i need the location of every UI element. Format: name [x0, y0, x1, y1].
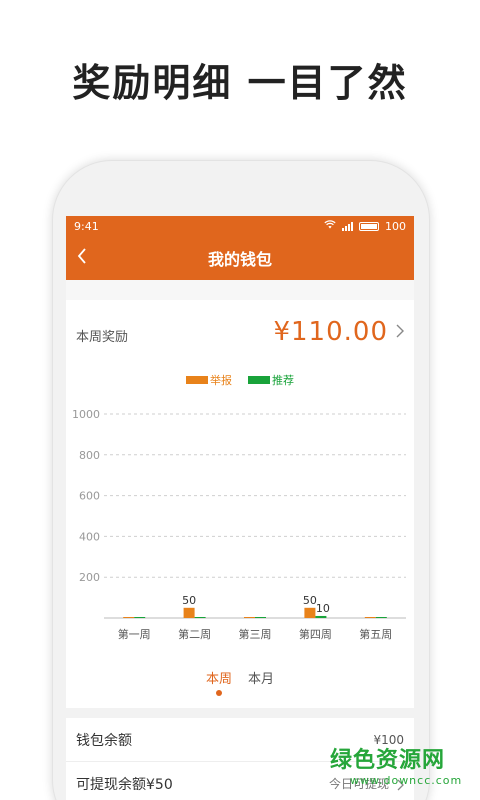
y-tick-label: 600 — [79, 490, 100, 503]
x-tick-label: 第五周 — [359, 627, 392, 641]
x-tick-label: 第二周 — [178, 627, 211, 641]
reward-chart: 举报 推荐 200 400 600 800 1000 第一周 第二周 第三周 第四周 第五周 50 5… — [66, 364, 414, 664]
weekly-reward-label: 本周奖励 — [76, 329, 129, 345]
x-tick-label: 第四周 — [299, 627, 332, 641]
data-label: 50 — [182, 594, 196, 607]
legend-label-recommend: 推荐 — [272, 374, 294, 387]
signal-icon — [342, 221, 353, 231]
y-tick-label: 1000 — [72, 408, 100, 421]
section-divider — [66, 708, 414, 718]
battery-icon — [359, 221, 379, 231]
phone-screen: 9:41 100 我的钱包 本周奖励 ¥110.00 举报 推荐 200 400… — [66, 216, 414, 800]
x-tick-label: 第三周 — [239, 627, 272, 641]
weekly-reward-amount: ¥110.00 — [273, 317, 388, 347]
tab-this-month-label: 本月 — [248, 672, 275, 687]
data-label: 50 — [303, 594, 317, 607]
bar-recommend — [315, 615, 327, 618]
legend-item-report: 举报 — [186, 372, 232, 388]
bar-recommend — [134, 617, 146, 618]
status-bar: 9:41 100 — [66, 216, 414, 236]
bar-report — [304, 607, 316, 618]
battery-level: 100 — [385, 219, 406, 233]
wallet-balance-label: 钱包余额 — [76, 732, 132, 749]
chart-plot: 2004006008001000第一周 第二周 第三周 第四周 第五周50 5010 — [72, 408, 406, 641]
weekly-reward-row[interactable]: 本周奖励 ¥110.00 — [66, 300, 414, 364]
wifi-icon — [324, 220, 336, 232]
legend-label-report: 举报 — [210, 374, 232, 387]
x-tick-label: 第一周 — [118, 627, 151, 641]
bar-report — [183, 607, 195, 618]
chevron-right-icon — [396, 320, 404, 344]
legend-swatch-recommend — [248, 376, 270, 384]
back-arrow-icon[interactable] — [76, 246, 88, 271]
bar-report — [364, 617, 376, 618]
watermark-url: www.downcc.com — [350, 774, 463, 787]
tab-this-week[interactable]: 本周 — [206, 664, 232, 708]
active-tab-indicator — [215, 690, 222, 696]
watermark: 绿色资源网 www.downcc.com — [330, 742, 470, 787]
period-tabs: 本周 本月 — [66, 664, 414, 708]
bar-recommend — [255, 617, 266, 618]
nav-title: 我的钱包 — [207, 250, 272, 269]
status-time: 9:41 — [74, 219, 99, 233]
bar-recommend — [375, 617, 387, 618]
legend-swatch-report — [186, 376, 208, 384]
spacer — [66, 280, 414, 300]
headline: 奖励明细 一目了然 — [72, 61, 408, 105]
legend-item-recommend: 推荐 — [248, 372, 294, 388]
y-tick-label: 800 — [79, 449, 100, 462]
tab-this-month[interactable]: 本月 — [248, 664, 274, 708]
bar-recommend — [194, 617, 206, 618]
watermark-logo: 绿色资源网 — [330, 748, 446, 773]
y-tick-label: 200 — [79, 571, 100, 584]
nav-bar: 我的钱包 — [66, 236, 414, 280]
chart-legend: 举报 推荐 — [66, 372, 414, 388]
bar-report — [244, 617, 255, 618]
status-icons: 100 — [324, 220, 406, 233]
data-label: 10 — [316, 602, 330, 615]
withdrawable-label: 可提现余额¥50 — [76, 776, 173, 793]
tab-this-week-label: 本周 — [205, 672, 232, 687]
y-tick-label: 400 — [79, 530, 100, 543]
bar-report — [123, 617, 135, 618]
